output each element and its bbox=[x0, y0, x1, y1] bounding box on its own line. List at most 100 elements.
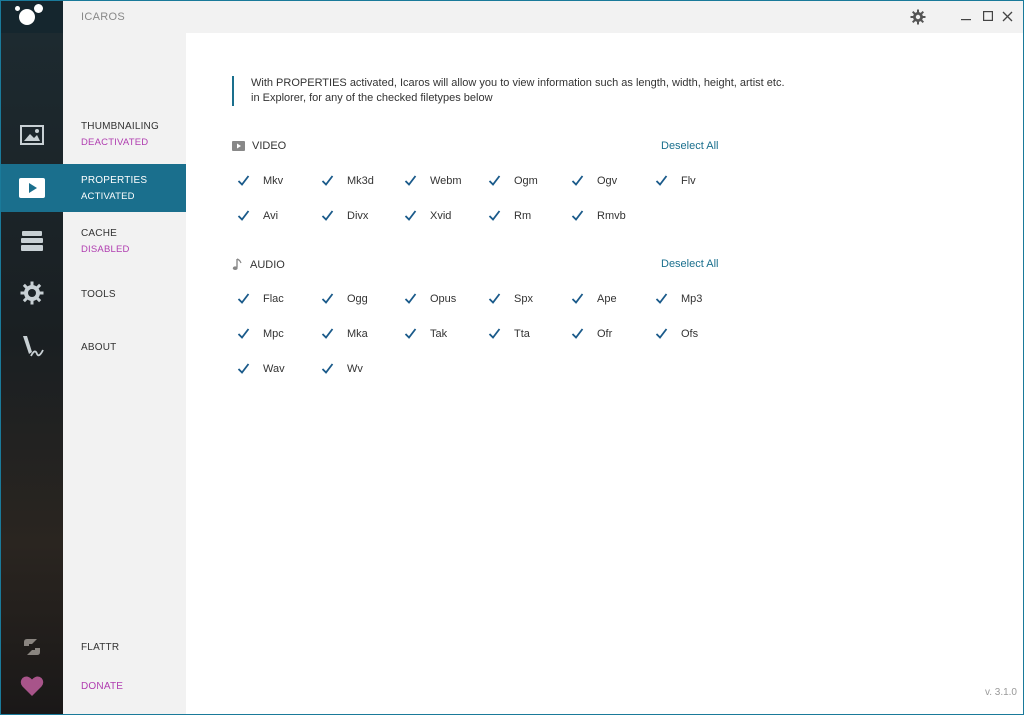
filetype-checkbox[interactable]: Avi bbox=[237, 209, 278, 222]
filetype-label: Divx bbox=[347, 209, 369, 222]
minimize-icon bbox=[961, 19, 971, 21]
checkmark-icon[interactable] bbox=[237, 327, 250, 340]
nav-item-about[interactable]: ABOUT bbox=[63, 323, 186, 371]
checkmark-icon[interactable] bbox=[571, 327, 584, 340]
checkmark-icon[interactable] bbox=[655, 327, 668, 340]
checkmark-icon[interactable] bbox=[321, 209, 334, 222]
section-title-text: AUDIO bbox=[250, 258, 285, 271]
filetype-checkbox[interactable]: Tta bbox=[488, 327, 530, 340]
flattr-icon bbox=[24, 639, 40, 655]
filetype-checkbox[interactable]: Rmvb bbox=[571, 209, 626, 222]
filetype-checkbox[interactable]: Ofr bbox=[571, 327, 612, 340]
filetype-checkbox[interactable]: Opus bbox=[404, 292, 456, 305]
audio-section-title: AUDIO bbox=[232, 258, 285, 271]
checkmark-icon[interactable] bbox=[321, 327, 334, 340]
checkmark-icon[interactable] bbox=[571, 292, 584, 305]
filetype-checkbox[interactable]: Tak bbox=[404, 327, 447, 340]
nav-label: ABOUT bbox=[81, 342, 117, 353]
filetype-checkbox[interactable]: Spx bbox=[488, 292, 533, 305]
filetype-checkbox[interactable]: Ape bbox=[571, 292, 617, 305]
checkmark-icon[interactable] bbox=[237, 209, 250, 222]
rail-item-thumbnailing[interactable] bbox=[1, 111, 63, 159]
stack-icon bbox=[21, 231, 43, 251]
checkmark-icon[interactable] bbox=[488, 174, 501, 187]
rail-item-properties[interactable] bbox=[1, 164, 63, 212]
signature-icon bbox=[23, 336, 44, 357]
rail-item-donate[interactable] bbox=[1, 662, 63, 710]
filetype-checkbox[interactable]: Wav bbox=[237, 362, 285, 375]
filetype-checkbox[interactable]: Mp3 bbox=[655, 292, 702, 305]
filetype-checkbox[interactable]: Webm bbox=[404, 174, 462, 187]
filetype-label: Tta bbox=[514, 327, 530, 340]
checkmark-icon[interactable] bbox=[404, 292, 417, 305]
settings-gear-icon[interactable] bbox=[910, 9, 926, 25]
checkmark-icon[interactable] bbox=[655, 174, 668, 187]
filetype-checkbox[interactable]: Flv bbox=[655, 174, 696, 187]
checkmark-icon[interactable] bbox=[488, 327, 501, 340]
play-icon bbox=[19, 178, 45, 198]
nav-label: DONATE bbox=[81, 681, 124, 692]
filetype-checkbox[interactable]: Ofs bbox=[655, 327, 698, 340]
nav-item-thumbnailing[interactable]: THUMBNAILING DEACTIVATED bbox=[63, 111, 186, 159]
checkmark-icon[interactable] bbox=[404, 174, 417, 187]
checkmark-icon[interactable] bbox=[655, 292, 668, 305]
checkmark-icon[interactable] bbox=[321, 174, 334, 187]
app-window: ICAROS THUMBNAILING DEACTIVATED PROPERTI… bbox=[0, 0, 1024, 715]
rail-item-cache[interactable] bbox=[1, 217, 63, 265]
title-bar[interactable]: ICAROS bbox=[1, 1, 1023, 33]
image-icon bbox=[20, 125, 44, 145]
nav-label: PROPERTIES bbox=[81, 175, 148, 186]
filetype-checkbox[interactable]: Ogm bbox=[488, 174, 538, 187]
filetype-label: Avi bbox=[263, 209, 279, 222]
filetype-checkbox[interactable]: Wv bbox=[321, 362, 363, 375]
minimize-button[interactable] bbox=[959, 9, 973, 23]
filetype-checkbox[interactable]: Ogg bbox=[321, 292, 368, 305]
checkmark-icon[interactable] bbox=[488, 209, 501, 222]
checkmark-icon[interactable] bbox=[571, 209, 584, 222]
properties-panel: With PROPERTIES activated, Icaros will a… bbox=[186, 33, 1023, 714]
filetype-label: Xvid bbox=[430, 209, 452, 222]
checkmark-icon[interactable] bbox=[404, 327, 417, 340]
filetype-label: Spx bbox=[514, 292, 533, 305]
checkmark-icon[interactable] bbox=[571, 174, 584, 187]
rail-item-tools[interactable] bbox=[1, 269, 63, 317]
nav-item-properties[interactable]: PROPERTIES ACTIVATED bbox=[63, 164, 186, 212]
deselect-all-video-button[interactable]: Deselect All bbox=[661, 140, 718, 152]
nav-status: ACTIVATED bbox=[81, 191, 135, 202]
checkmark-icon[interactable] bbox=[488, 292, 501, 305]
nav-item-donate[interactable]: DONATE bbox=[63, 662, 186, 710]
filetype-label: Wav bbox=[263, 362, 285, 375]
section-nav: THUMBNAILING DEACTIVATED PROPERTIES ACTI… bbox=[63, 33, 186, 714]
filetype-label: Mka bbox=[347, 327, 368, 340]
checkmark-icon[interactable] bbox=[321, 362, 334, 375]
checkmark-icon[interactable] bbox=[404, 209, 417, 222]
filetype-label: Mp3 bbox=[681, 292, 703, 305]
deselect-all-audio-button[interactable]: Deselect All bbox=[661, 258, 718, 270]
checkmark-icon[interactable] bbox=[237, 292, 250, 305]
heart-icon bbox=[20, 676, 44, 696]
filetype-label: Mk3d bbox=[347, 174, 374, 187]
filetype-checkbox[interactable]: Mka bbox=[321, 327, 368, 340]
filetype-checkbox[interactable]: Divx bbox=[321, 209, 368, 222]
filetype-checkbox[interactable]: Ogv bbox=[571, 174, 617, 187]
filetype-checkbox[interactable]: Mk3d bbox=[321, 174, 374, 187]
nav-label: CACHE bbox=[81, 228, 118, 239]
filetype-checkbox[interactable]: Rm bbox=[488, 209, 531, 222]
filetype-checkbox[interactable]: Mpc bbox=[237, 327, 284, 340]
close-button[interactable] bbox=[1000, 9, 1014, 23]
filetype-checkbox[interactable]: Mkv bbox=[237, 174, 283, 187]
filetype-label: Ogv bbox=[597, 174, 618, 187]
filetype-checkbox[interactable]: Flac bbox=[237, 292, 284, 305]
filetype-label: Mpc bbox=[263, 327, 284, 340]
rail-item-about[interactable] bbox=[1, 323, 63, 371]
checkmark-icon[interactable] bbox=[321, 292, 334, 305]
version-label: v. 3.1.0 bbox=[984, 687, 1017, 698]
nav-item-cache[interactable]: CACHE DISABLED bbox=[63, 217, 186, 265]
filetype-checkbox[interactable]: Xvid bbox=[404, 209, 451, 222]
maximize-button[interactable] bbox=[981, 9, 995, 23]
checkmark-icon[interactable] bbox=[237, 174, 250, 187]
filetype-label: Rmvb bbox=[597, 209, 626, 222]
checkmark-icon[interactable] bbox=[237, 362, 250, 375]
filetype-label: Flv bbox=[681, 174, 696, 187]
nav-item-tools[interactable]: TOOLS bbox=[63, 269, 186, 317]
